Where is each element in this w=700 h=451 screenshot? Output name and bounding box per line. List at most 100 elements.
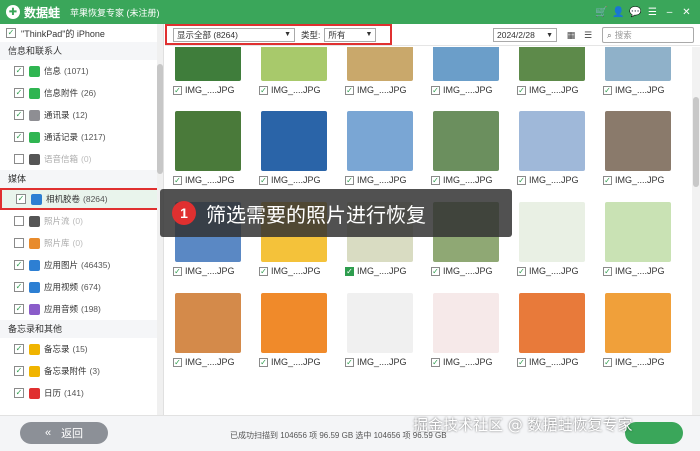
close-icon[interactable]: ✕ — [681, 7, 692, 18]
photo-checkbox[interactable]: ✓ — [517, 175, 526, 185]
photo-checkbox[interactable]: ✓ — [517, 357, 526, 367]
photo-checkbox[interactable]: ✓ — [173, 357, 182, 367]
sidebar-scroll-thumb[interactable] — [157, 64, 163, 174]
item-count: (198) — [81, 304, 101, 314]
list-view-icon[interactable]: ☰ — [583, 30, 593, 40]
sidebar-item[interactable]: 照片库 (0) — [0, 232, 163, 254]
photo-thumbnail[interactable] — [519, 47, 585, 81]
sidebar-item[interactable]: 照片流 (0) — [0, 210, 163, 232]
photo-checkbox[interactable]: ✓ — [173, 266, 182, 276]
photo-thumbnail[interactable] — [261, 293, 327, 353]
sidebar-item[interactable]: ✓ 应用图片 (46435) — [0, 254, 163, 276]
photo-thumbnail[interactable] — [347, 47, 413, 81]
item-checkbox[interactable]: ✓ — [14, 260, 24, 270]
contacts-icon — [29, 109, 40, 121]
date-select[interactable]: 2024/2/28 ▼ — [493, 28, 557, 42]
photo-checkbox[interactable]: ✓ — [259, 357, 268, 367]
item-checkbox[interactable]: ✓ — [16, 194, 26, 204]
photo-thumbnail[interactable] — [175, 111, 241, 171]
photo-checkbox[interactable]: ✓ — [259, 175, 268, 185]
photo-thumbnail[interactable] — [433, 293, 499, 353]
photo-caption: ✓ IMG_....JPG — [345, 266, 407, 276]
photo-filename: IMG_....JPG — [443, 85, 493, 95]
search-input[interactable]: ⌕ 搜索 — [602, 27, 694, 43]
photo-checkbox[interactable]: ✓ — [517, 266, 526, 276]
photo-checkbox[interactable]: ✓ — [345, 175, 354, 185]
sidebar-item[interactable]: 语音信箱 (0) — [0, 148, 163, 170]
minimize-icon[interactable]: – — [664, 7, 675, 18]
show-filter-select[interactable]: 显示全部 (8264) ▼ — [173, 27, 295, 42]
photo-checkbox[interactable]: ✓ — [603, 175, 612, 185]
chat-icon[interactable]: 💬 — [629, 7, 641, 18]
photo-thumbnail[interactable] — [519, 293, 585, 353]
item-checkbox[interactable]: ✓ — [14, 88, 24, 98]
photo-checkbox[interactable]: ✓ — [603, 266, 612, 276]
photo-checkbox[interactable]: ✓ — [259, 266, 268, 276]
sidebar-item[interactable]: ✓ 相机胶卷 (8264) — [0, 188, 163, 210]
photo-checkbox[interactable]: ✓ — [431, 175, 440, 185]
sidebar-item[interactable]: ✓ 通话记录 (1217) — [0, 126, 163, 148]
sidebar-item[interactable]: ✓ 应用视频 (674) — [0, 276, 163, 298]
menu-icon[interactable]: ☰ — [647, 7, 658, 18]
item-checkbox[interactable]: ✓ — [14, 366, 24, 376]
item-checkbox[interactable] — [14, 154, 24, 164]
notes-attachment-icon — [29, 365, 40, 377]
grid-scrollbar[interactable] — [692, 47, 700, 415]
photo-thumbnail[interactable] — [175, 293, 241, 353]
message-attachment-icon — [29, 87, 40, 99]
photo-thumbnail[interactable] — [605, 47, 671, 81]
item-checkbox[interactable] — [14, 238, 24, 248]
photo-thumbnail[interactable] — [347, 111, 413, 171]
item-checkbox[interactable]: ✓ — [14, 344, 24, 354]
item-checkbox[interactable]: ✓ — [14, 110, 24, 120]
photo-checkbox[interactable]: ✓ — [173, 85, 182, 95]
photo-thumbnail[interactable] — [605, 202, 671, 262]
photo-thumbnail[interactable] — [175, 47, 241, 81]
type-select[interactable]: 所有 ▼ — [324, 27, 377, 42]
sidebar-item[interactable]: ✓ 信息 (1071) — [0, 60, 163, 82]
item-checkbox[interactable]: ✓ — [14, 388, 24, 398]
user-icon[interactable]: 👤 — [612, 7, 624, 18]
restore-button[interactable] — [625, 422, 683, 444]
photo-caption: ✓ IMG_....JPG — [603, 175, 665, 185]
item-label: 应用图片 — [44, 260, 79, 270]
photo-thumbnail[interactable] — [433, 47, 499, 81]
photo-checkbox[interactable]: ✓ — [345, 266, 354, 276]
grid-scroll-thumb[interactable] — [693, 97, 699, 187]
sidebar-item[interactable]: ✓ 信息附件 (26) — [0, 82, 163, 104]
item-checkbox[interactable] — [14, 216, 24, 226]
photo-checkbox[interactable]: ✓ — [603, 85, 612, 95]
photo-checkbox[interactable]: ✓ — [431, 85, 440, 95]
photo-filename: IMG_....JPG — [185, 175, 235, 185]
photo-thumbnail[interactable] — [605, 111, 671, 171]
photo-thumbnail[interactable] — [261, 47, 327, 81]
item-checkbox[interactable]: ✓ — [14, 304, 24, 314]
photo-checkbox[interactable]: ✓ — [517, 85, 526, 95]
photo-thumbnail[interactable] — [261, 111, 327, 171]
photo-thumbnail[interactable] — [433, 111, 499, 171]
photo-checkbox[interactable]: ✓ — [603, 357, 612, 367]
photo-checkbox[interactable]: ✓ — [431, 357, 440, 367]
photo-checkbox[interactable]: ✓ — [345, 85, 354, 95]
cart-icon[interactable]: 🛒 — [595, 7, 607, 18]
sidebar-item[interactable]: ✓ 备忘录 (15) — [0, 338, 163, 360]
item-checkbox[interactable]: ✓ — [14, 66, 24, 76]
photo-checkbox[interactable]: ✓ — [431, 266, 440, 276]
sidebar-item[interactable]: ✓ 通讯录 (12) — [0, 104, 163, 126]
photo-thumbnail[interactable] — [347, 293, 413, 353]
photo-checkbox[interactable]: ✓ — [345, 357, 354, 367]
back-button[interactable]: « 返回 — [20, 422, 108, 444]
photo-thumbnail[interactable] — [605, 293, 671, 353]
grid-view-icon[interactable]: ▦ — [566, 30, 576, 40]
device-row[interactable]: ✓ "ThinkPad"的 iPhone — [0, 24, 163, 42]
device-checkbox[interactable]: ✓ — [6, 28, 16, 38]
sidebar-item[interactable]: ✓ 应用音频 (198) — [0, 298, 163, 320]
sidebar-item[interactable]: ✓ 日历 (141) — [0, 382, 163, 404]
item-checkbox[interactable]: ✓ — [14, 282, 24, 292]
photo-checkbox[interactable]: ✓ — [259, 85, 268, 95]
sidebar-item[interactable]: ✓ 备忘录附件 (3) — [0, 360, 163, 382]
item-checkbox[interactable]: ✓ — [14, 132, 24, 142]
photo-thumbnail[interactable] — [519, 202, 585, 262]
photo-checkbox[interactable]: ✓ — [173, 175, 182, 185]
photo-thumbnail[interactable] — [519, 111, 585, 171]
